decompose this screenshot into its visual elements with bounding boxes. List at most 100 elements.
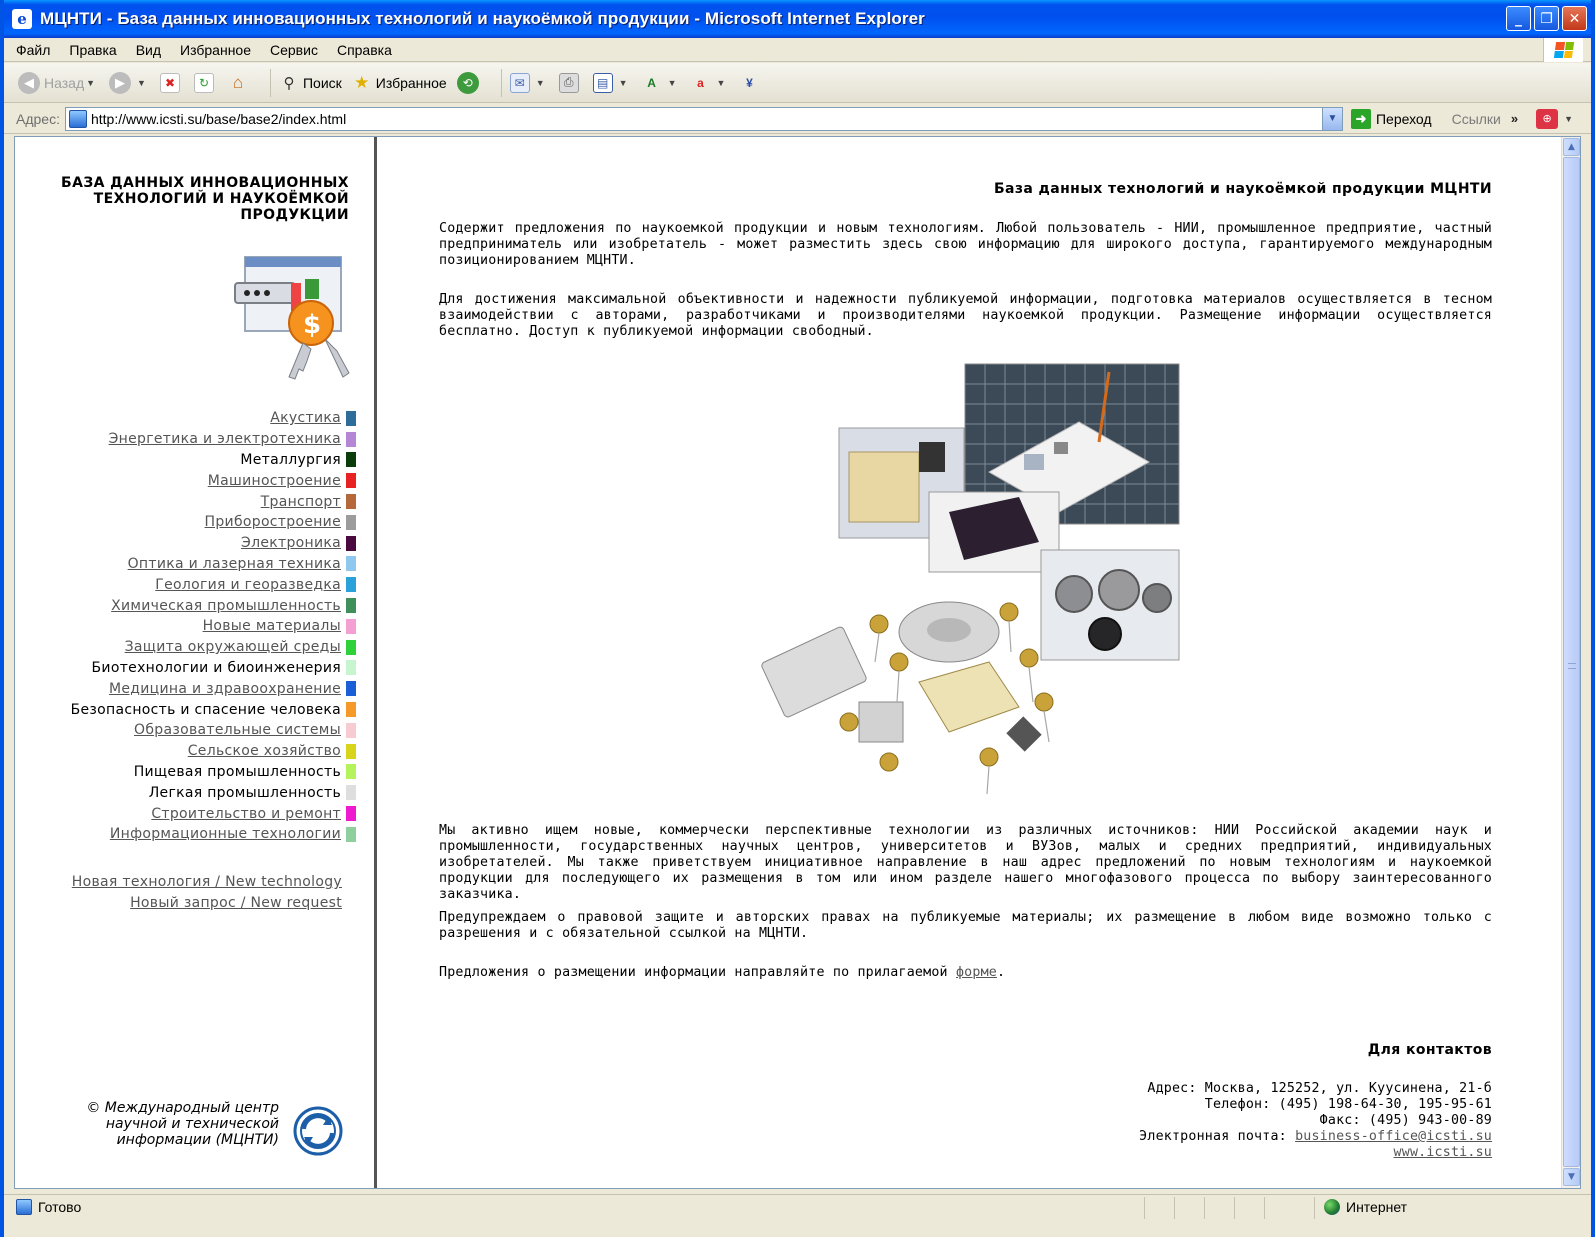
history-button[interactable]: ⟲: [456, 71, 483, 94]
security-zone[interactable]: Интернет: [1324, 1199, 1407, 1215]
links-button[interactable]: Ссылки: [1452, 111, 1501, 127]
chevron-down-icon[interactable]: ▼: [716, 78, 725, 88]
category-label[interactable]: Строительство и ремонт: [151, 806, 341, 822]
chevron-down-icon[interactable]: ▼: [86, 78, 95, 88]
scroll-thumb[interactable]: [1563, 157, 1580, 1167]
title-bar[interactable]: e МЦНТИ - База данных инновационных техн…: [4, 0, 1591, 38]
new-request-link[interactable]: Новый запрос / New request: [72, 893, 342, 914]
category-label[interactable]: Медицина и здравоохранение: [109, 681, 341, 697]
back-button[interactable]: ◀ Назад ▼: [18, 71, 99, 94]
encoding-icon: a: [697, 75, 704, 90]
globe-icon: [1324, 1199, 1340, 1215]
zone-label: Интернет: [1346, 1199, 1408, 1215]
address-dropdown-icon[interactable]: ▼: [1321, 107, 1342, 130]
category-item[interactable]: Химическая промышленность: [71, 595, 356, 616]
category-item[interactable]: Информационные технологии: [71, 824, 356, 845]
keys-logo-icon: $: [234, 256, 350, 380]
category-item[interactable]: Энергетика и электротехника: [71, 429, 356, 450]
restore-button[interactable]: ❐: [1534, 6, 1559, 31]
copyright-text: © Международный центр научной и техничес…: [86, 1100, 279, 1148]
minimize-button[interactable]: _: [1506, 6, 1531, 31]
favorites-button[interactable]: ★ Избранное: [352, 73, 447, 93]
menu-file[interactable]: Файл: [16, 42, 50, 58]
address-field[interactable]: http://www.icsti.su/base/base2/index.htm…: [64, 106, 1343, 131]
email-link[interactable]: business-office@icsti.su: [1295, 1129, 1492, 1144]
menu-favorites[interactable]: Избранное: [180, 42, 251, 58]
refresh-button[interactable]: ↻: [193, 72, 218, 93]
edit-button[interactable]: ▤ ▼: [592, 72, 632, 93]
menu-help[interactable]: Справка: [337, 42, 392, 58]
chevron-down-icon[interactable]: ▼: [619, 78, 628, 88]
category-item[interactable]: Оптика и лазерная техника: [71, 554, 356, 575]
form-link[interactable]: форме: [956, 965, 997, 980]
category-item[interactable]: Приборостроение: [71, 512, 356, 533]
category-item[interactable]: Акустика: [71, 408, 356, 429]
chevron-down-icon[interactable]: ▼: [137, 78, 146, 88]
category-label: Биотехнологии и биоинженерия: [91, 659, 341, 676]
category-item[interactable]: Новые материалы: [71, 616, 356, 637]
vertical-scrollbar[interactable]: ▲ ▼: [1561, 137, 1580, 1188]
forward-button[interactable]: ▶ ▼: [109, 71, 150, 94]
category-label[interactable]: Сельское хозяйство: [188, 743, 341, 759]
encoding-button[interactable]: a ▼: [690, 73, 729, 93]
page-viewport: БАЗА ДАННЫХ ИННОВАЦИОННЫХ ТЕХНОЛОГИЙ И Н…: [14, 136, 1581, 1189]
go-button[interactable]: ➜ Переход: [1350, 108, 1432, 129]
address-bar: Адрес: http://www.icsti.su/base/base2/in…: [4, 104, 1591, 134]
chevron-down-icon[interactable]: ▼: [1564, 114, 1573, 124]
category-item[interactable]: Медицина и здравоохранение: [71, 678, 356, 699]
category-label[interactable]: Энергетика и электротехника: [109, 431, 341, 447]
category-label[interactable]: Машиностроение: [208, 473, 341, 489]
category-label[interactable]: Приборостроение: [205, 514, 341, 530]
stop-button[interactable]: ✖: [159, 72, 184, 93]
go-label: Переход: [1375, 110, 1432, 127]
menu-view[interactable]: Вид: [136, 42, 161, 58]
website-link[interactable]: www.icsti.su: [1394, 1145, 1492, 1160]
category-label[interactable]: Химическая промышленность: [111, 598, 341, 614]
translate-icon[interactable]: ⊕: [1536, 108, 1559, 129]
chevron-double-right-icon[interactable]: »: [1511, 111, 1518, 126]
category-color-swatch: [346, 452, 356, 468]
category-color-swatch: [346, 826, 356, 842]
category-color-swatch: [346, 722, 356, 738]
home-button[interactable]: ⌂: [228, 73, 252, 93]
category-color-swatch: [346, 556, 356, 572]
menu-edit[interactable]: Правка: [69, 42, 116, 58]
category-item[interactable]: Сельское хозяйство: [71, 741, 356, 762]
close-button[interactable]: ✕: [1562, 6, 1587, 31]
category-item[interactable]: Электроника: [71, 533, 356, 554]
chevron-down-icon[interactable]: ▼: [536, 78, 545, 88]
new-technology-link[interactable]: Новая технология / New technology: [72, 872, 342, 893]
category-label[interactable]: Транспорт: [261, 494, 341, 510]
font-size-button[interactable]: A ▼: [642, 73, 681, 93]
objectivity-paragraph: Для достижения максимальной объективност…: [439, 292, 1492, 339]
category-item: Безопасность и спасение человека: [71, 699, 356, 720]
category-item[interactable]: Геология и георазведка: [71, 574, 356, 595]
submission-paragraph: Предложения о размещении информации напр…: [439, 965, 1492, 981]
category-label[interactable]: Защита окружающей среды: [125, 639, 341, 655]
category-label[interactable]: Новые материалы: [203, 618, 341, 634]
category-item[interactable]: Машиностроение: [71, 470, 356, 491]
print-button[interactable]: ⎙: [558, 72, 583, 93]
chevron-down-icon[interactable]: ▼: [668, 78, 677, 88]
menu-tools[interactable]: Сервис: [270, 42, 318, 58]
category-label[interactable]: Оптика и лазерная техника: [128, 556, 341, 572]
category-item[interactable]: Образовательные системы: [71, 720, 356, 741]
stop-icon: ✖: [159, 72, 180, 93]
scroll-down-icon[interactable]: ▼: [1563, 1168, 1580, 1186]
category-label[interactable]: Геология и георазведка: [155, 577, 341, 593]
category-item[interactable]: Транспорт: [71, 491, 356, 512]
address-url[interactable]: http://www.icsti.su/base/base2/index.htm…: [91, 111, 346, 127]
scroll-up-icon[interactable]: ▲: [1563, 138, 1580, 156]
go-arrow-icon: ➜: [1350, 108, 1371, 129]
category-item[interactable]: Строительство и ремонт: [71, 803, 356, 824]
category-label[interactable]: Информационные технологии: [110, 826, 341, 842]
category-label[interactable]: Акустика: [270, 410, 341, 426]
search-button[interactable]: ⚲ Поиск: [279, 73, 341, 93]
category-label[interactable]: Образовательные системы: [134, 722, 341, 738]
main-content: База данных технологий и наукоёмкой прод…: [439, 137, 1492, 1188]
window-title: МЦНТИ - База данных инновационных технол…: [40, 9, 925, 28]
category-item[interactable]: Защита окружающей среды: [71, 637, 356, 658]
mail-button[interactable]: ✉ ▼: [509, 72, 549, 93]
category-label[interactable]: Электроника: [241, 535, 341, 551]
messenger-button[interactable]: ¥: [739, 73, 763, 93]
